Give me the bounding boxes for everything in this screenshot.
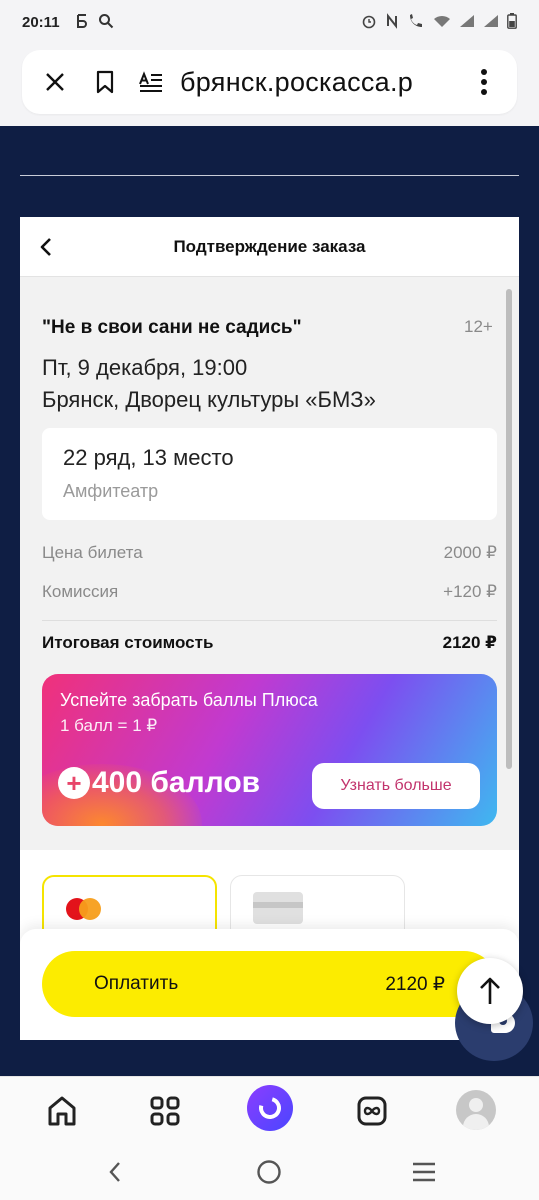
signal-icon: [459, 14, 475, 31]
page-divider: [20, 175, 519, 176]
modal-header: Подтверждение заказа: [20, 217, 519, 277]
alarm-icon: [361, 13, 377, 32]
back-icon[interactable]: [98, 1156, 132, 1188]
modal-title: Подтверждение заказа: [173, 236, 366, 256]
nfc-icon: [385, 12, 399, 32]
order-confirmation-modal: Подтверждение заказа "Не в свои сани не …: [20, 217, 519, 1040]
status-left-icons: [76, 13, 114, 32]
signal-icon: [483, 14, 499, 31]
ticket-price-value: 2000 ₽: [443, 543, 497, 562]
fee-value: +120 ₽: [443, 582, 497, 601]
ticket-price-label: Цена билета: [42, 543, 143, 562]
tabs-icon[interactable]: [352, 1091, 392, 1131]
recents-icon[interactable]: [407, 1156, 441, 1188]
mastercard-icon: [66, 898, 102, 922]
avatar[interactable]: [456, 1090, 496, 1130]
wifi-icon: [433, 14, 451, 31]
total-label: Итоговая стоимость: [42, 633, 214, 652]
search-icon: [98, 13, 114, 32]
learn-more-button[interactable]: Узнать больше: [312, 763, 480, 809]
plus-promo-card: Успейте забрать баллы Плюса 1 балл = 1 ₽…: [42, 674, 497, 826]
back-chevron-icon[interactable]: [34, 235, 58, 259]
event-date: Пт, 9 декабря, 19:00: [42, 355, 248, 380]
fee-row: Комиссия +120 ₽: [42, 582, 497, 602]
total-value: 2120 ₽: [442, 633, 497, 652]
pay-button[interactable]: Оплатить 2120 ₽: [42, 951, 497, 1017]
system-nav-bar: [0, 1144, 539, 1200]
scroll-to-top-button[interactable]: [457, 958, 523, 1024]
fee-label: Комиссия: [42, 582, 119, 601]
credit-card-icon: [253, 892, 303, 924]
home-icon[interactable]: [42, 1091, 82, 1131]
seat-place: 22 ряд, 13 место: [63, 445, 234, 470]
pay-label: Оплатить: [94, 973, 179, 994]
apps-grid-icon[interactable]: [145, 1091, 185, 1131]
status-time: 20:11: [22, 13, 60, 31]
bookmark-icon[interactable]: [86, 63, 124, 101]
url-text[interactable]: брянск.роскасса.р: [180, 67, 442, 98]
ticket-price-row: Цена билета 2000 ₽: [42, 543, 497, 563]
price-divider: [42, 620, 497, 621]
home-circle-icon[interactable]: [252, 1156, 286, 1188]
total-row: Итоговая стоимость 2120 ₽: [42, 633, 497, 653]
plus-rate: 1 балл = 1 ₽: [60, 716, 158, 735]
seat-zone: Амфитеатр: [63, 481, 159, 501]
close-icon[interactable]: [36, 63, 74, 101]
alice-assistant-icon[interactable]: [247, 1085, 293, 1131]
scrollbar[interactable]: [506, 289, 512, 769]
b-notification-icon: [76, 13, 88, 31]
battery-icon: [507, 12, 517, 32]
status-bar: 20:11: [0, 0, 539, 44]
more-vert-icon[interactable]: [465, 63, 503, 101]
event-name: "Не в свои сани не садись": [42, 317, 302, 338]
event-venue: Брянск, Дворец культуры «БМЗ»: [42, 387, 376, 412]
address-bar[interactable]: брянск.роскасса.р: [22, 50, 517, 114]
arrow-up-icon: [480, 977, 500, 1004]
browser-bottom-nav: [0, 1076, 539, 1144]
pay-amount: 2120 ₽: [385, 973, 445, 995]
age-rating: 12+: [464, 317, 493, 336]
plus-title: Успейте забрать баллы Плюса: [60, 690, 318, 710]
plus-points: + 400 баллов: [58, 766, 260, 800]
reader-mode-icon[interactable]: [132, 63, 170, 101]
plus-points-text: 400 баллов: [92, 766, 261, 799]
seat-card: 22 ряд, 13 место Амфитеатр: [42, 428, 497, 520]
pay-bar: Оплатить 2120 ₽: [20, 929, 519, 1040]
plus-icon: +: [58, 767, 90, 799]
browser-toolbar: брянск.роскасса.р: [0, 44, 539, 126]
status-right-icons: [361, 12, 517, 32]
wifi-call-icon: [407, 13, 425, 32]
